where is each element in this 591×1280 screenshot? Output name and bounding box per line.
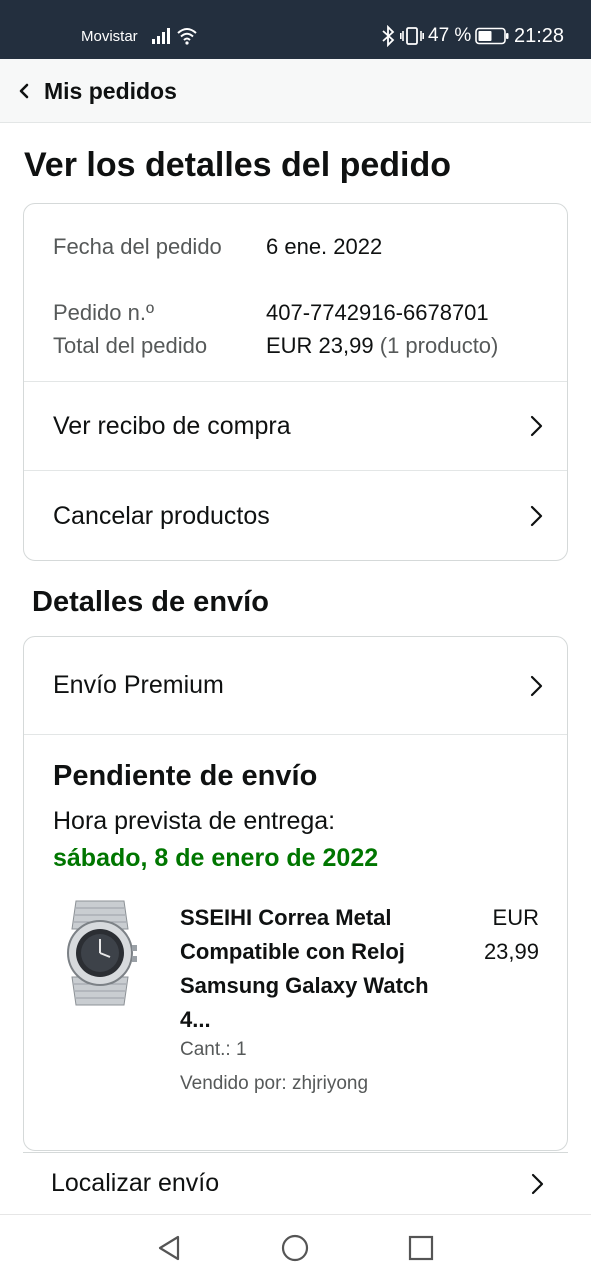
chevron-right-icon bbox=[530, 505, 543, 527]
order-number-label: Pedido n.º bbox=[53, 300, 154, 325]
order-date-label: Fecha del pedido bbox=[53, 234, 222, 259]
shipping-method-label: Envío Premium bbox=[53, 671, 224, 699]
chevron-right-icon bbox=[530, 675, 543, 696]
order-total-label: Total del pedido bbox=[53, 333, 208, 358]
signal-icon bbox=[152, 28, 170, 44]
shipping-method-link[interactable]: Envío Premium bbox=[24, 637, 567, 734]
back-button[interactable]: Mis pedidos bbox=[14, 67, 214, 115]
product-quantity: Cant.: 1 bbox=[180, 1039, 247, 1060]
back-label: Mis pedidos bbox=[44, 77, 177, 104]
track-shipment-label: Localizar envío bbox=[51, 1169, 220, 1197]
product-seller: Vendido por: zhjriyong bbox=[180, 1073, 369, 1094]
product-price: EUR 23,99 bbox=[484, 901, 539, 969]
product-image[interactable] bbox=[54, 899, 146, 1007]
recents-square-icon[interactable] bbox=[406, 1233, 436, 1263]
shipment-status: Pendiente de envío bbox=[53, 760, 318, 792]
system-nav-bar bbox=[0, 1214, 591, 1280]
delivery-label: Hora prevista de entrega: bbox=[53, 807, 336, 835]
wifi-icon bbox=[177, 28, 197, 45]
chevron-left-icon bbox=[19, 83, 29, 99]
product-title[interactable]: SSEIHI Correa Metal Compatible con Reloj… bbox=[180, 901, 430, 1037]
vibrate-icon bbox=[400, 27, 424, 45]
view-receipt-link[interactable]: Ver recibo de compra bbox=[24, 381, 567, 470]
price-currency: EUR bbox=[492, 905, 539, 930]
battery-icon bbox=[475, 27, 509, 45]
back-triangle-icon[interactable] bbox=[154, 1233, 184, 1263]
chevron-right-icon bbox=[530, 415, 543, 437]
clock: 21:28 bbox=[514, 25, 565, 47]
shipping-card: Envío Premium Pendiente de envío Hora pr… bbox=[23, 636, 568, 1151]
cancel-products-link[interactable]: Cancelar productos bbox=[24, 470, 567, 560]
status-bar: Movistar 47 % 21:28 bbox=[0, 0, 591, 59]
page-title: Ver los detalles del pedido bbox=[24, 146, 452, 184]
order-number-value: 407-7742916-6678701 bbox=[266, 300, 489, 325]
order-total-value: EUR 23,99 (1 producto) bbox=[266, 329, 498, 362]
carrier-label: Movistar bbox=[81, 28, 138, 45]
order-total-amount: EUR 23,99 bbox=[266, 333, 374, 358]
view-receipt-label: Ver recibo de compra bbox=[53, 411, 291, 440]
divider bbox=[24, 734, 567, 735]
order-date-value: 6 ene. 2022 bbox=[266, 234, 383, 259]
track-shipment-link[interactable]: Localizar envío bbox=[23, 1152, 568, 1214]
cancel-products-label: Cancelar productos bbox=[53, 501, 270, 530]
chevron-right-icon bbox=[531, 1173, 544, 1194]
order-summary-card: Fecha del pedido 6 ene. 2022 Pedido n.º … bbox=[23, 203, 568, 561]
nav-header: Mis pedidos bbox=[0, 59, 591, 123]
battery-percent: 47 % bbox=[428, 25, 472, 46]
order-total-count: (1 producto) bbox=[379, 333, 499, 358]
shipping-section-title: Detalles de envío bbox=[32, 586, 269, 618]
price-amount: 23,99 bbox=[483, 939, 539, 964]
delivery-date: sábado, 8 de enero de 2022 bbox=[53, 844, 379, 872]
home-circle-icon[interactable] bbox=[280, 1233, 310, 1263]
bluetooth-icon bbox=[382, 25, 395, 47]
